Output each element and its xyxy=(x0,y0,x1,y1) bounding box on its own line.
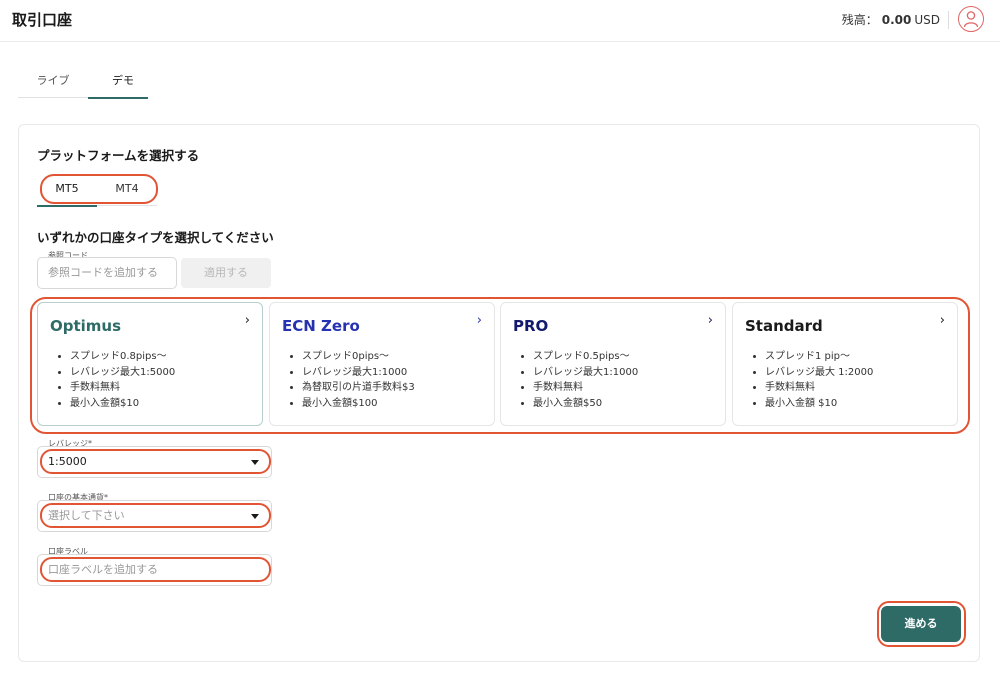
leverage-highlight xyxy=(40,449,271,474)
platform-heading: プラットフォームを選択する xyxy=(37,148,200,163)
referral-input[interactable]: 参照コードを追加する xyxy=(37,257,177,289)
page-title: 取引口座 xyxy=(12,11,73,29)
account-mode-tabs: ライブ デモ xyxy=(18,72,148,99)
proceed-highlight xyxy=(877,601,966,647)
account-label-highlight xyxy=(40,557,271,582)
tab-live[interactable]: ライブ xyxy=(18,72,88,98)
header-divider xyxy=(948,11,949,29)
cards-highlight xyxy=(30,297,970,434)
platform-highlight xyxy=(40,174,158,204)
apply-button[interactable]: 適用する xyxy=(181,258,271,288)
balance-label: 残高： xyxy=(841,13,878,27)
balance-currency: USD xyxy=(914,13,940,27)
balance-display: 残高： 0.00 USD xyxy=(842,11,940,28)
balance-amount: 0.00 xyxy=(881,13,912,27)
tab-demo[interactable]: デモ xyxy=(88,72,158,99)
top-bar: 取引口座 残高： 0.00 USD xyxy=(0,0,1000,42)
base-currency-highlight xyxy=(40,503,271,528)
user-icon[interactable] xyxy=(958,6,984,32)
account-type-heading: いずれかの口座タイプを選択してください xyxy=(37,230,274,245)
